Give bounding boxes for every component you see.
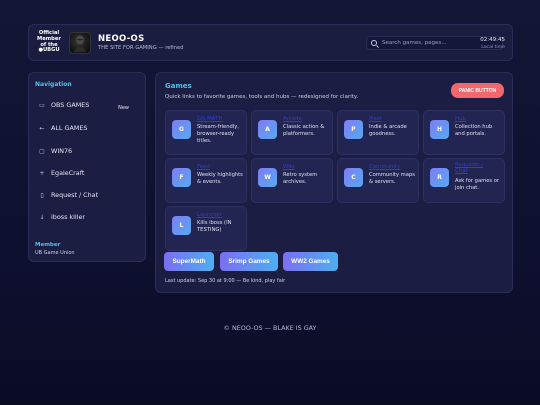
card-description: Classic action & platformers. — [283, 124, 325, 137]
brand: NEOO-OS THE SITE FOR GAMING — refined — [98, 34, 183, 51]
panic-button[interactable]: PANIC BUTTON — [451, 83, 504, 98]
sidebar: Navigation ▭ OBS GAMES New ← ALL GAMES ▢… — [28, 72, 146, 262]
sidebar-item-all-games[interactable]: ← ALL GAMES — [35, 120, 141, 136]
ubgu-badge: Official Member of the ●UBGU — [34, 31, 64, 53]
card-letter-icon: A — [258, 120, 277, 139]
section-title: Games — [165, 82, 192, 90]
clock: 02:49:45 Local time — [480, 37, 505, 50]
sidebar-item-label: WIN76 — [51, 147, 73, 155]
clock-time: 02:49:45 — [480, 37, 505, 43]
card-link[interactable]: GN-MATH — [197, 116, 222, 122]
card-description: Ask for games or join chat. — [455, 178, 500, 191]
card-letter-icon: H — [430, 120, 449, 139]
search-icon — [371, 40, 377, 46]
card-description: Stream-friendly, browser-ready titles. — [197, 124, 239, 144]
sidebar-item-label: EgaleCraft — [51, 169, 85, 177]
sidebar-item-label: iboss killer — [51, 213, 86, 221]
card-letter-icon: P — [344, 120, 363, 139]
avatar-figure-icon — [74, 35, 86, 52]
sidebar-item-label: ALL GAMES — [51, 124, 88, 132]
card-description: Weekly highlights & events. — [197, 172, 243, 185]
sidebar-item-obs-games[interactable]: ▭ OBS GAMES New — [35, 97, 141, 113]
card-description: Retro system archives. — [283, 172, 318, 185]
card-link[interactable]: Wiki — [283, 164, 294, 170]
top-header: Official Member of the ●UBGU NEOO-OS THE… — [28, 24, 513, 61]
badge-line-4: ●UBGU — [34, 47, 64, 54]
site-title: NEOO-OS — [98, 34, 145, 44]
new-badge: New — [118, 105, 129, 111]
plus-icon: + — [39, 169, 45, 177]
card-letter-icon: G — [172, 120, 191, 139]
games-panel: Games Quick links to favorite games, too… — [155, 72, 513, 293]
card-link[interactable]: Community — [369, 164, 400, 170]
game-card[interactable]: L Launcher Kills iboss (IN TESTING) — [165, 206, 247, 251]
window-icon: ▭ — [39, 101, 45, 109]
sidebar-item-iboss-killer[interactable]: ↓ iboss killer — [35, 209, 141, 225]
card-letter-icon: L — [172, 216, 191, 235]
sidebar-item-label: Request / Chat — [51, 191, 99, 199]
sidebar-item-label: OBS GAMES — [51, 101, 90, 109]
card-description: Collection hub and portals. — [455, 124, 493, 137]
card-link[interactable]: Pixel — [369, 116, 381, 122]
card-letter-icon: C — [344, 168, 363, 187]
card-description: Kills iboss (IN TESTING) — [197, 220, 232, 233]
card-link[interactable]: Arcade — [283, 116, 302, 122]
avatar[interactable] — [69, 31, 91, 54]
arrow-down-icon: ↓ — [39, 213, 45, 221]
arrow-left-icon: ← — [39, 124, 45, 132]
site-subtitle: THE SITE FOR GAMING — refined — [98, 45, 184, 51]
card-link[interactable]: Feed — [197, 164, 210, 170]
card-link[interactable]: Launcher — [197, 212, 222, 218]
section-subtitle: Quick links to favorite games, tools and… — [165, 94, 359, 100]
ww2-games-button[interactable]: WW2 Games — [283, 252, 338, 271]
last-update: Last update: Sep 30 at 9:00 — Be kind, p… — [165, 278, 286, 284]
card-letter-icon: W — [258, 168, 277, 187]
member-value: UB Game Union — [35, 250, 75, 256]
game-card[interactable]: C Community Community maps & servers. — [337, 158, 419, 203]
supermath-button[interactable]: SuperMath — [164, 252, 214, 271]
square-icon: ▢ — [39, 147, 45, 155]
sidebar-item-egalecraft[interactable]: + EgaleCraft — [35, 165, 141, 181]
card-letter-icon: F — [172, 168, 191, 187]
card-letter-icon: R — [430, 168, 449, 187]
sidebar-item-request-chat[interactable]: ▯ Request / Chat — [35, 187, 141, 203]
sidebar-item-win76[interactable]: ▢ WIN76 — [35, 143, 141, 159]
card-description: Community maps & servers. — [369, 172, 415, 185]
srimp-games-button[interactable]: Srimp Games — [220, 252, 278, 271]
game-card[interactable]: R Requests / Chat Ask for games or join … — [423, 158, 505, 203]
nav-title: Navigation — [35, 81, 72, 88]
badge-ubgu-text: UBGU — [42, 47, 60, 54]
game-card[interactable]: P Pixel Indie & arcade goodness. — [337, 110, 419, 155]
game-card[interactable]: G GN-MATH Stream-friendly, browser-ready… — [165, 110, 247, 155]
member-title: Member — [35, 242, 61, 248]
game-card[interactable]: F Feed Weekly highlights & events. — [165, 158, 247, 203]
footer: © NEOO-OS — BLAKE IS GAY — [223, 324, 317, 332]
card-link[interactable]: Hub — [455, 116, 466, 122]
game-card[interactable]: H Hub Collection hub and portals. — [423, 110, 505, 155]
chat-icon: ▯ — [40, 191, 44, 199]
search-input[interactable] — [382, 40, 492, 46]
game-card[interactable]: W Wiki Retro system archives. — [251, 158, 333, 203]
card-description: Indie & arcade goodness. — [369, 124, 407, 137]
clock-label: Local time — [481, 45, 505, 50]
game-card[interactable]: A Arcade Classic action & platformers. — [251, 110, 333, 155]
card-link[interactable]: Requests / Chat — [455, 162, 489, 174]
